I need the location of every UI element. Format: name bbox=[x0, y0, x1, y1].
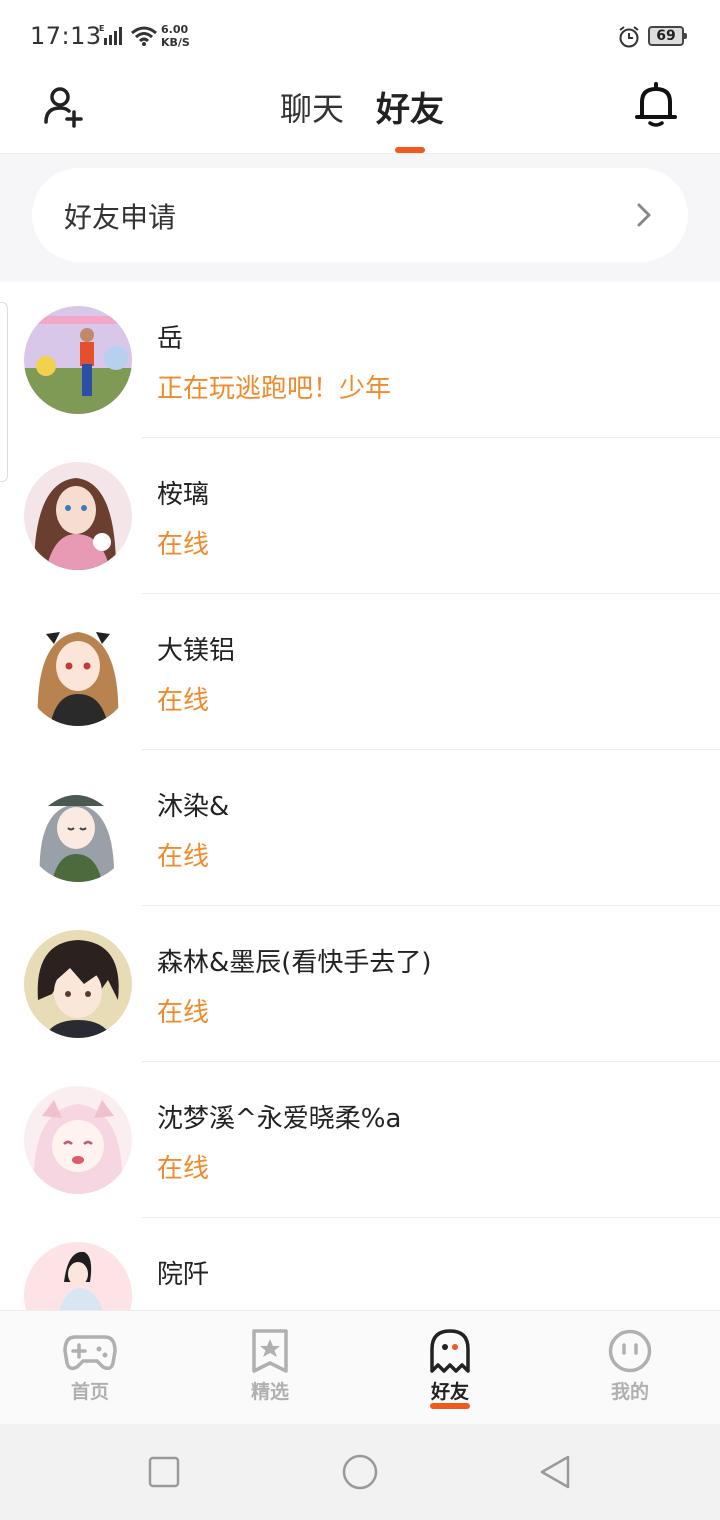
friend-list-item[interactable]: 大镁铝 在线 bbox=[0, 594, 720, 750]
chevron-right-icon bbox=[637, 203, 651, 227]
nav-label-me: 我的 bbox=[610, 1381, 649, 1403]
friend-list-item[interactable]: 沐染& 在线 bbox=[0, 750, 720, 906]
nav-label-friends: 好友 bbox=[430, 1381, 469, 1403]
add-friend-button[interactable] bbox=[40, 82, 88, 130]
friend-list-item[interactable]: 院阡 在线 bbox=[0, 1218, 720, 1310]
friend-status: 在线 bbox=[157, 842, 210, 872]
avatar bbox=[24, 1242, 132, 1310]
wifi-icon bbox=[131, 26, 157, 46]
nav-label-featured: 精选 bbox=[250, 1381, 289, 1403]
friend-request-section: 好友申请 bbox=[0, 154, 720, 282]
friend-status: 正在玩逃跑吧！少年 bbox=[157, 374, 392, 404]
cell-signal-icon: E bbox=[99, 24, 122, 45]
home-circle-icon[interactable] bbox=[342, 1454, 378, 1490]
status-bar: 17:13 E 6.00 KB/S 69 bbox=[0, 0, 720, 72]
avatar bbox=[24, 306, 132, 414]
active-nav-indicator bbox=[430, 1403, 470, 1409]
friend-request-row[interactable]: 好友申请 bbox=[32, 168, 688, 262]
nav-item-friends[interactable]: 好友 bbox=[390, 1329, 510, 1415]
friend-list-item[interactable]: 桉璃 在线 bbox=[0, 438, 720, 594]
friend-name: 沐染& bbox=[157, 792, 230, 822]
friend-name: 大镁铝 bbox=[157, 636, 236, 666]
friend-list-item[interactable]: 沈梦溪^永爱晓柔%a 在线 bbox=[0, 1062, 720, 1218]
alarm-clock-icon bbox=[619, 26, 639, 48]
nav-label-home: 首页 bbox=[70, 1381, 109, 1403]
friend-list-item[interactable]: 岳 正在玩逃跑吧！少年 bbox=[0, 282, 720, 438]
friend-status: 在线 bbox=[157, 686, 210, 716]
back-triangle-icon[interactable] bbox=[538, 1454, 574, 1490]
network-speed-value: 6.00 bbox=[161, 23, 189, 36]
friend-name: 沈梦溪^永爱晓柔%a bbox=[157, 1104, 402, 1134]
network-speed-unit: KB/S bbox=[161, 36, 190, 49]
face-icon bbox=[608, 1329, 652, 1373]
bell-icon bbox=[635, 82, 677, 127]
friend-status: 在线 bbox=[157, 1154, 210, 1184]
avatar bbox=[24, 1086, 132, 1194]
add-user-icon bbox=[44, 87, 83, 128]
star-badge-icon bbox=[252, 1329, 288, 1373]
nav-item-me[interactable]: 我的 bbox=[570, 1329, 690, 1415]
tab-chat[interactable]: 聊天 bbox=[280, 84, 344, 130]
system-navigation-bar bbox=[0, 1424, 720, 1520]
avatar bbox=[24, 774, 132, 882]
recent-apps-icon[interactable] bbox=[146, 1454, 182, 1490]
friend-list-item[interactable]: 森林&墨辰(看快手去了) 在线 bbox=[0, 906, 720, 1062]
friend-status: 在线 bbox=[157, 998, 210, 1028]
friend-status: 在线 bbox=[157, 530, 210, 560]
top-header: 聊天 好友 bbox=[0, 72, 720, 154]
friend-name: 森林&墨辰(看快手去了) bbox=[157, 948, 432, 978]
nav-item-home[interactable]: 首页 bbox=[30, 1329, 150, 1415]
bottom-navigation: 首页 精选 好友 我的 bbox=[0, 1310, 720, 1424]
avatar bbox=[24, 462, 132, 570]
tab-friends[interactable]: 好友 bbox=[376, 82, 444, 131]
active-tab-indicator bbox=[395, 147, 425, 153]
gamepad-icon bbox=[63, 1335, 117, 1371]
ghost-icon bbox=[430, 1329, 470, 1373]
avatar bbox=[24, 930, 132, 1038]
friend-name: 院阡 bbox=[157, 1260, 210, 1290]
friend-name: 岳 bbox=[157, 324, 184, 354]
friend-name: 桉璃 bbox=[157, 480, 210, 510]
friend-list: 岳 正在玩逃跑吧！少年 桉璃 在线 大镁铝 在线 沐染& 在线 森林&墨辰(看快… bbox=[0, 282, 720, 1310]
notifications-button[interactable] bbox=[632, 80, 680, 130]
battery-indicator: 69 bbox=[648, 26, 687, 46]
network-speed: 6.00 KB/S bbox=[161, 23, 190, 49]
status-time: 17:13 bbox=[30, 22, 102, 50]
network-type-label: E bbox=[99, 24, 104, 33]
avatar bbox=[24, 618, 132, 726]
friend-request-label: 好友申请 bbox=[64, 201, 177, 234]
nav-item-featured[interactable]: 精选 bbox=[210, 1329, 330, 1415]
